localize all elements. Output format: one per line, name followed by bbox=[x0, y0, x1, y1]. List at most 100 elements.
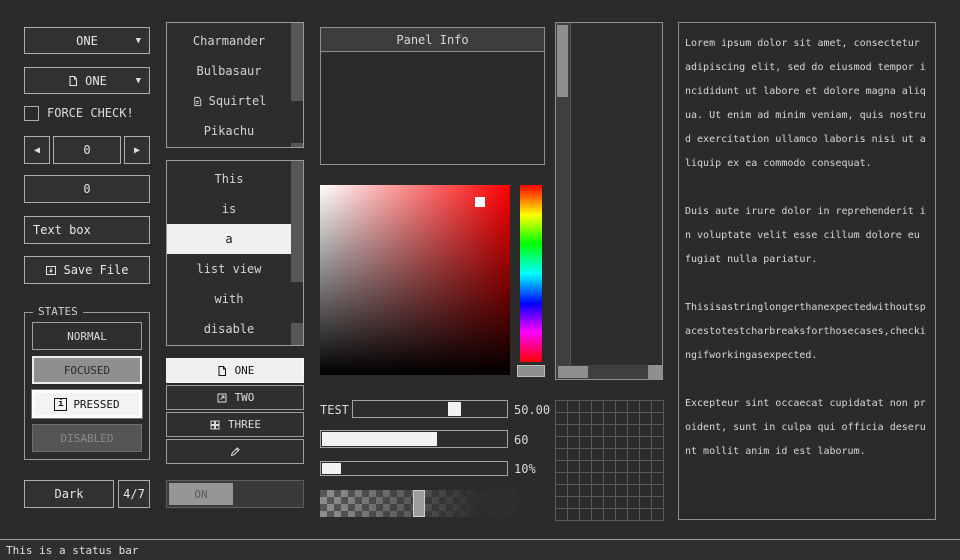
panel-title: Panel Info bbox=[396, 33, 468, 47]
list-item-label: a bbox=[225, 232, 232, 246]
list-item[interactable]: Squirtel bbox=[167, 86, 291, 116]
slider-bar-value: 60 bbox=[514, 433, 528, 447]
style-combo-box[interactable]: Dark bbox=[24, 480, 114, 508]
states-group-title: STATES bbox=[33, 305, 83, 318]
horizontal-scrollbar[interactable] bbox=[556, 365, 648, 379]
vertical-scrollbar[interactable] bbox=[291, 23, 303, 147]
toggle-three[interactable]: THREE bbox=[166, 412, 304, 437]
list-item-label: Pikachu bbox=[204, 124, 255, 138]
scrollbar-thumb[interactable] bbox=[558, 366, 588, 378]
checkbox-box[interactable] bbox=[24, 106, 39, 121]
dropdown-two[interactable]: ONE ▼ bbox=[24, 67, 150, 94]
progress-bar-fill bbox=[322, 463, 341, 474]
info-icon: i bbox=[54, 398, 67, 411]
style-combo-counter[interactable]: 4/7 bbox=[118, 480, 150, 508]
toggle-two[interactable]: TWO bbox=[166, 385, 304, 410]
save-file-label: Save File bbox=[63, 263, 128, 277]
demo-list: This is a list view with disable bbox=[166, 160, 304, 346]
spinner-decrement-button[interactable]: ◀ bbox=[24, 136, 50, 164]
list-item-label: Squirtel bbox=[209, 94, 267, 108]
list-item[interactable]: list view bbox=[167, 254, 291, 284]
value-box[interactable]: 0 bbox=[24, 175, 150, 203]
list-item[interactable]: Charmander bbox=[167, 26, 291, 56]
right-arrow-icon: ▶ bbox=[134, 145, 140, 156]
hue-bar-handle[interactable] bbox=[517, 365, 545, 377]
save-file-button[interactable]: Save File bbox=[24, 256, 150, 284]
file-icon bbox=[192, 96, 203, 107]
hue-bar[interactable] bbox=[520, 185, 542, 362]
pokemon-list: Charmander Bulbasaur Squirtel Pikachu bbox=[166, 22, 304, 148]
force-check-checkbox[interactable]: FORCE CHECK! bbox=[24, 105, 134, 121]
normal-button[interactable]: NORMAL bbox=[32, 322, 142, 350]
list-item-label: list view bbox=[196, 262, 261, 276]
slider-bar-fill bbox=[322, 432, 437, 446]
color-picker-cursor[interactable] bbox=[475, 197, 485, 207]
dropdown-one-value: ONE bbox=[76, 34, 98, 48]
pressed-button[interactable]: i PRESSED bbox=[32, 390, 142, 418]
dropdown-one[interactable]: ONE ▼ bbox=[24, 27, 150, 54]
list-item-label: Charmander bbox=[193, 34, 265, 48]
spinner-value[interactable]: 0 bbox=[53, 136, 121, 164]
list-item[interactable]: Bulbasaur bbox=[167, 56, 291, 86]
panel-body bbox=[321, 52, 544, 164]
list-item[interactable]: is bbox=[167, 194, 291, 224]
paragraph: Thisisastringlongerthanexpectedwithoutsp… bbox=[685, 296, 929, 368]
color-picker[interactable] bbox=[320, 185, 510, 375]
states-group: STATES NORMAL FOCUSED i PRESSED DISABLED bbox=[24, 312, 150, 460]
status-bar-text: This is a status bar bbox=[6, 544, 138, 557]
scrollbar-corner bbox=[648, 365, 662, 379]
dropdown-two-value: ONE bbox=[85, 74, 107, 88]
focused-button[interactable]: FOCUSED bbox=[32, 356, 142, 384]
progress-bar[interactable] bbox=[320, 461, 508, 476]
grid-control[interactable] bbox=[555, 400, 664, 521]
chevron-down-icon: ▼ bbox=[136, 36, 141, 46]
scrollbar-thumb[interactable] bbox=[291, 101, 303, 143]
list-item[interactable]: This bbox=[167, 164, 291, 194]
panel-title-bar[interactable]: Panel Info bbox=[321, 28, 544, 52]
toggle-one-label: ONE bbox=[235, 364, 255, 377]
list-item-selected[interactable]: a bbox=[167, 224, 291, 254]
vertical-scrollbar[interactable] bbox=[291, 161, 303, 345]
paragraph: Lorem ipsum dolor sit amet, consectetur … bbox=[685, 32, 929, 176]
paragraph: Duis aute irure dolor in reprehenderit i… bbox=[685, 200, 929, 272]
slider-bar[interactable] bbox=[320, 430, 508, 448]
toggle-two-label: TWO bbox=[235, 391, 255, 404]
save-icon bbox=[45, 264, 57, 276]
lorem-text-panel: Lorem ipsum dolor sit amet, consectetur … bbox=[678, 22, 936, 520]
chevron-down-icon: ▼ bbox=[136, 76, 141, 86]
list-item-label: is bbox=[222, 202, 236, 216]
pressed-button-label: PRESSED bbox=[73, 398, 119, 411]
file-icon bbox=[67, 75, 79, 87]
test-slider[interactable] bbox=[352, 400, 508, 418]
list-item[interactable]: Pikachu bbox=[167, 116, 291, 146]
toggle-knob[interactable]: ON bbox=[169, 483, 233, 505]
list-item[interactable]: disable bbox=[167, 314, 291, 344]
scroll-panel bbox=[555, 22, 663, 380]
test-slider-label: TEST bbox=[320, 403, 349, 417]
left-arrow-icon: ◀ bbox=[34, 145, 40, 156]
on-toggle-disabled[interactable]: ON bbox=[166, 480, 304, 508]
grid-icon bbox=[209, 419, 221, 431]
disabled-button[interactable]: DISABLED bbox=[32, 424, 142, 452]
list-item[interactable]: with bbox=[167, 284, 291, 314]
scrollbar-thumb[interactable] bbox=[291, 282, 303, 322]
toggle-one[interactable]: ONE bbox=[166, 358, 304, 383]
alpha-slider-handle[interactable] bbox=[413, 490, 425, 517]
list-item-label: Bulbasaur bbox=[196, 64, 261, 78]
progress-bar-value: 10% bbox=[514, 462, 536, 476]
list-item-label: with bbox=[215, 292, 244, 306]
toggle-label: ON bbox=[194, 488, 207, 501]
vertical-scrollbar[interactable] bbox=[556, 23, 571, 365]
spinner: ◀ 0 ▶ bbox=[24, 136, 150, 164]
status-bar: This is a status bar bbox=[0, 539, 960, 560]
test-slider-handle[interactable] bbox=[448, 402, 461, 416]
scrollbar-thumb[interactable] bbox=[557, 25, 568, 97]
spinner-increment-button[interactable]: ▶ bbox=[124, 136, 150, 164]
file-icon bbox=[216, 365, 228, 377]
text-box-input[interactable]: Text box bbox=[24, 216, 150, 244]
pencil-icon bbox=[229, 446, 241, 458]
alpha-slider[interactable] bbox=[320, 490, 518, 517]
toggle-pencil[interactable] bbox=[166, 439, 304, 464]
paragraph: Excepteur sint occaecat cupidatat non pr… bbox=[685, 392, 929, 464]
info-panel: Panel Info bbox=[320, 27, 545, 165]
